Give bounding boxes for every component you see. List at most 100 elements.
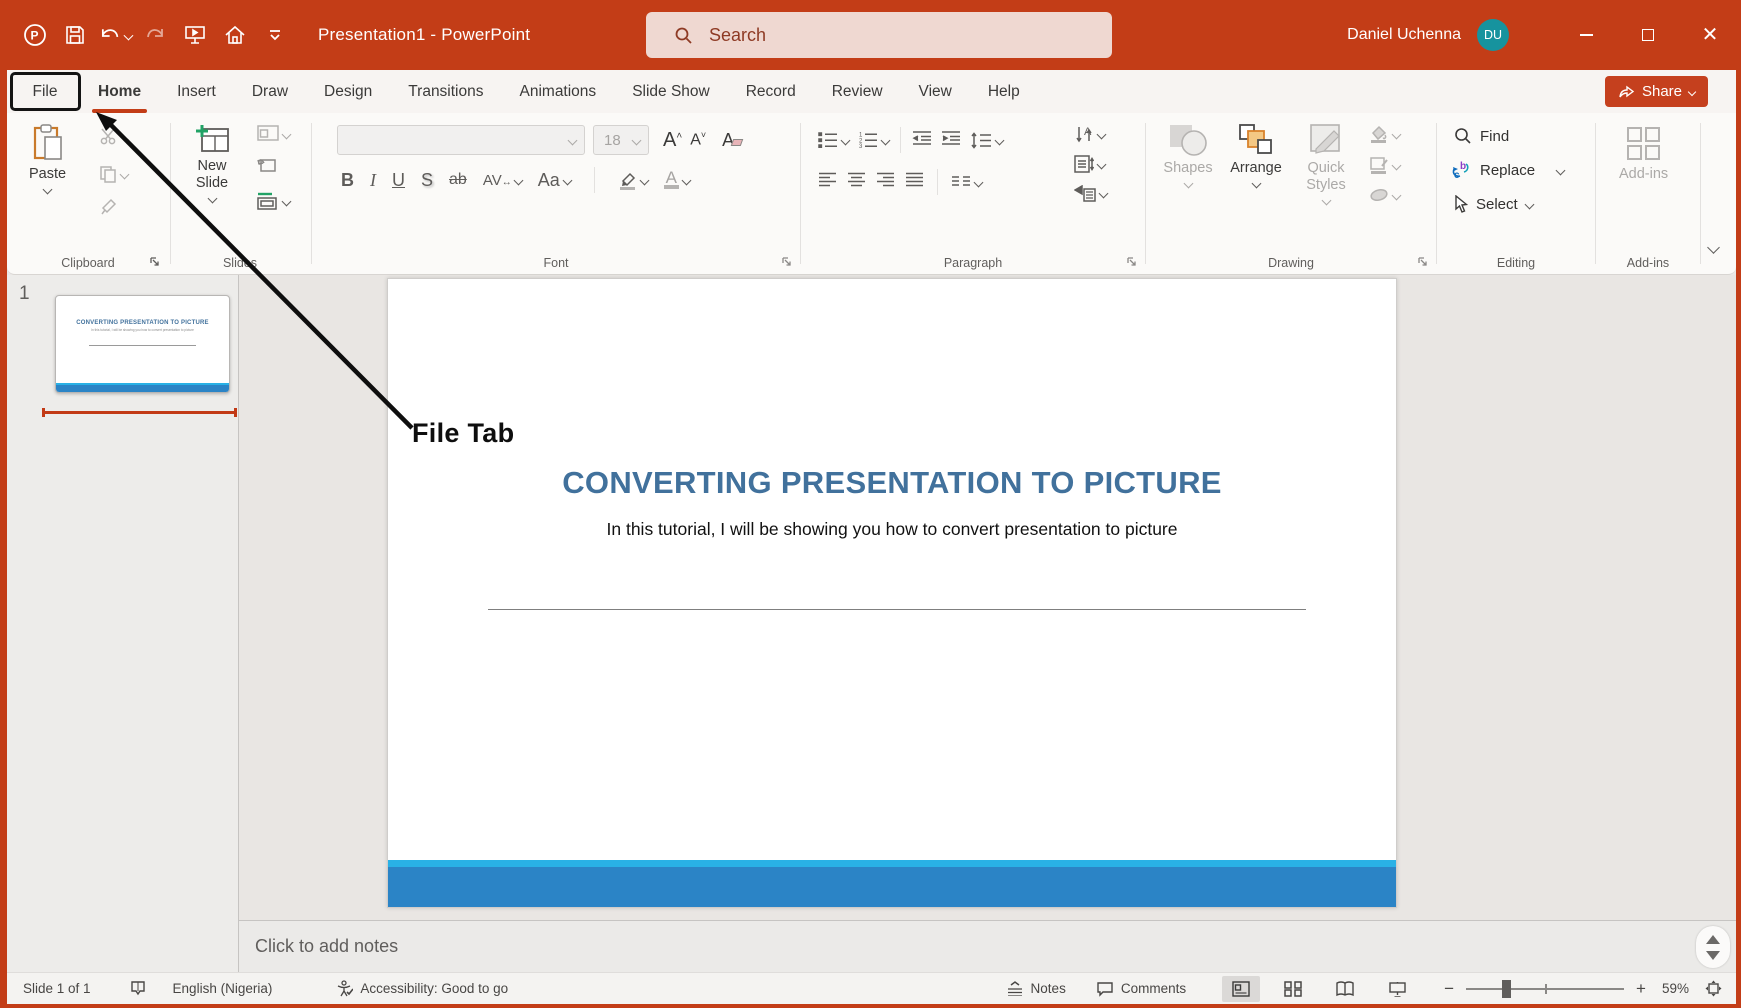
zoom-out-button[interactable]: − (1444, 979, 1454, 999)
close-button[interactable]: ✕ (1679, 0, 1741, 70)
user-name[interactable]: Daniel Uchenna (1347, 26, 1461, 44)
save-button[interactable] (58, 18, 92, 52)
title-bar: P Presentation1 - PowerPoint Search Dani… (0, 0, 1741, 70)
slide-canvas[interactable]: CONVERTING PRESENTATION TO PICTURE In th… (387, 278, 1397, 908)
clipboard-dialog-launcher[interactable] (149, 256, 161, 268)
decrease-font-size-button[interactable]: A˅ (690, 130, 706, 149)
search-icon (675, 27, 692, 44)
align-left-button[interactable] (818, 172, 837, 192)
font-color-button[interactable]: A (663, 169, 692, 189)
fit-slide-to-window-button[interactable] (1705, 980, 1722, 997)
find-button[interactable]: Find (1454, 127, 1509, 145)
tab-insert[interactable]: Insert (159, 70, 234, 113)
slideshow-from-start-button[interactable] (178, 18, 212, 52)
align-text-button[interactable] (1074, 155, 1107, 173)
share-button[interactable]: Share (1604, 76, 1708, 107)
paste-button[interactable]: Paste (29, 123, 66, 195)
scroll-down-icon[interactable] (1706, 950, 1720, 960)
section-button[interactable] (257, 192, 292, 210)
tab-help[interactable]: Help (970, 70, 1038, 113)
new-slide-button[interactable]: New Slide (181, 123, 243, 204)
replace-button[interactable]: bc Replace (1450, 161, 1566, 180)
zoom-in-button[interactable]: + (1636, 979, 1646, 999)
justify-button[interactable] (905, 172, 924, 192)
drawing-dialog-launcher[interactable] (1417, 256, 1429, 268)
search-placeholder: Search (709, 24, 767, 45)
text-direction-button[interactable]: A (1074, 125, 1107, 143)
find-icon (1455, 128, 1471, 144)
tab-draw[interactable]: Draw (234, 70, 306, 113)
zoom-slider[interactable] (1466, 979, 1625, 998)
comments-toggle-button[interactable]: Comments (1096, 981, 1186, 997)
tab-view[interactable]: View (901, 70, 970, 113)
numbering-button[interactable]: 123 (858, 132, 891, 148)
font-dialog-launcher[interactable] (781, 256, 793, 268)
change-case-button[interactable]: Aa (538, 170, 573, 191)
shape-outline-button-disabled (1369, 156, 1402, 174)
tab-animations[interactable]: Animations (502, 70, 615, 113)
italic-button[interactable]: I (370, 170, 376, 191)
fit-to-window-icon (1705, 980, 1722, 997)
reset-slide-button[interactable] (257, 156, 290, 179)
strikethrough-button[interactable]: ab (449, 171, 467, 189)
align-right-button[interactable] (876, 172, 895, 192)
slide-sorter-view-button[interactable] (1274, 976, 1312, 1002)
scroll-up-icon[interactable] (1706, 934, 1720, 944)
reading-view-button[interactable] (1326, 976, 1364, 1002)
slide-thumbnail[interactable]: CONVERTING PRESENTATION TO PICTURE In th… (55, 295, 230, 393)
slide-title[interactable]: CONVERTING PRESENTATION TO PICTURE (388, 465, 1396, 501)
spell-check-button[interactable] (129, 980, 147, 997)
accessibility-icon (338, 980, 354, 997)
tab-file[interactable]: File (10, 70, 80, 113)
text-shadow-button[interactable]: S (421, 170, 433, 191)
notes-pane[interactable]: Click to add notes (239, 920, 1736, 972)
line-spacing-button[interactable] (970, 131, 1005, 149)
minimize-button[interactable] (1555, 0, 1617, 70)
decrease-indent-button[interactable] (912, 130, 932, 151)
slide-subtitle[interactable]: In this tutorial, I will be showing you … (388, 519, 1396, 540)
undo-button[interactable] (98, 18, 134, 52)
underline-button[interactable]: U (392, 170, 405, 191)
bullets-button[interactable] (818, 132, 851, 148)
home-button[interactable] (218, 18, 252, 52)
normal-view-button[interactable] (1222, 975, 1261, 1002)
zoom-level[interactable]: 59% (1662, 981, 1689, 996)
accessibility-checker[interactable]: Accessibility: Good to go (336, 980, 508, 997)
tab-record[interactable]: Record (728, 70, 814, 113)
tab-transitions[interactable]: Transitions (390, 70, 501, 113)
powerpoint-logo-icon[interactable]: P (18, 18, 52, 52)
select-button[interactable]: Select (1452, 195, 1535, 213)
maximize-button[interactable] (1617, 0, 1679, 70)
character-spacing-button[interactable]: AV↔ (483, 172, 524, 189)
tab-design[interactable]: Design (306, 70, 390, 113)
shape-effects-button-disabled (1369, 187, 1402, 203)
increase-indent-button[interactable] (941, 130, 961, 151)
tab-home[interactable]: Home (80, 70, 159, 113)
avatar[interactable]: DU (1477, 19, 1509, 51)
svg-text:b: b (1460, 161, 1466, 172)
convert-to-smartart-button[interactable] (1074, 185, 1109, 202)
customize-quick-access-button[interactable] (258, 18, 292, 52)
clear-formatting-button[interactable]: A (722, 130, 744, 151)
tab-review[interactable]: Review (814, 70, 901, 113)
bold-button[interactable]: B (341, 170, 354, 191)
language-indicator[interactable]: English (Nigeria) (173, 981, 273, 996)
notes-placeholder[interactable]: Click to add notes (255, 936, 398, 957)
highlight-color-button[interactable] (618, 171, 650, 190)
status-bar: Slide 1 of 1 English (Nigeria) Accessibi… (7, 972, 1736, 1004)
arrange-button[interactable]: Arrange (1225, 123, 1287, 189)
window-border-bottom (0, 1004, 1741, 1008)
undo-dropdown-chevron-icon[interactable] (123, 30, 134, 40)
increase-font-size-button[interactable]: A˄ (663, 129, 682, 152)
slideshow-view-button[interactable] (1378, 976, 1416, 1002)
search-input[interactable]: Search (646, 12, 1112, 58)
quick-styles-icon (1310, 124, 1340, 154)
tab-slide-show[interactable]: Slide Show (614, 70, 728, 113)
group-paragraph: 123 A Paragraph (802, 113, 1144, 275)
notes-toggle-button[interactable]: Notes (1006, 981, 1066, 996)
paragraph-dialog-launcher[interactable] (1126, 256, 1138, 268)
align-center-button[interactable] (847, 172, 866, 192)
collapse-ribbon-button[interactable] (1707, 241, 1720, 254)
columns-button[interactable] (951, 175, 984, 189)
zoom-slider-thumb[interactable] (1502, 979, 1512, 998)
